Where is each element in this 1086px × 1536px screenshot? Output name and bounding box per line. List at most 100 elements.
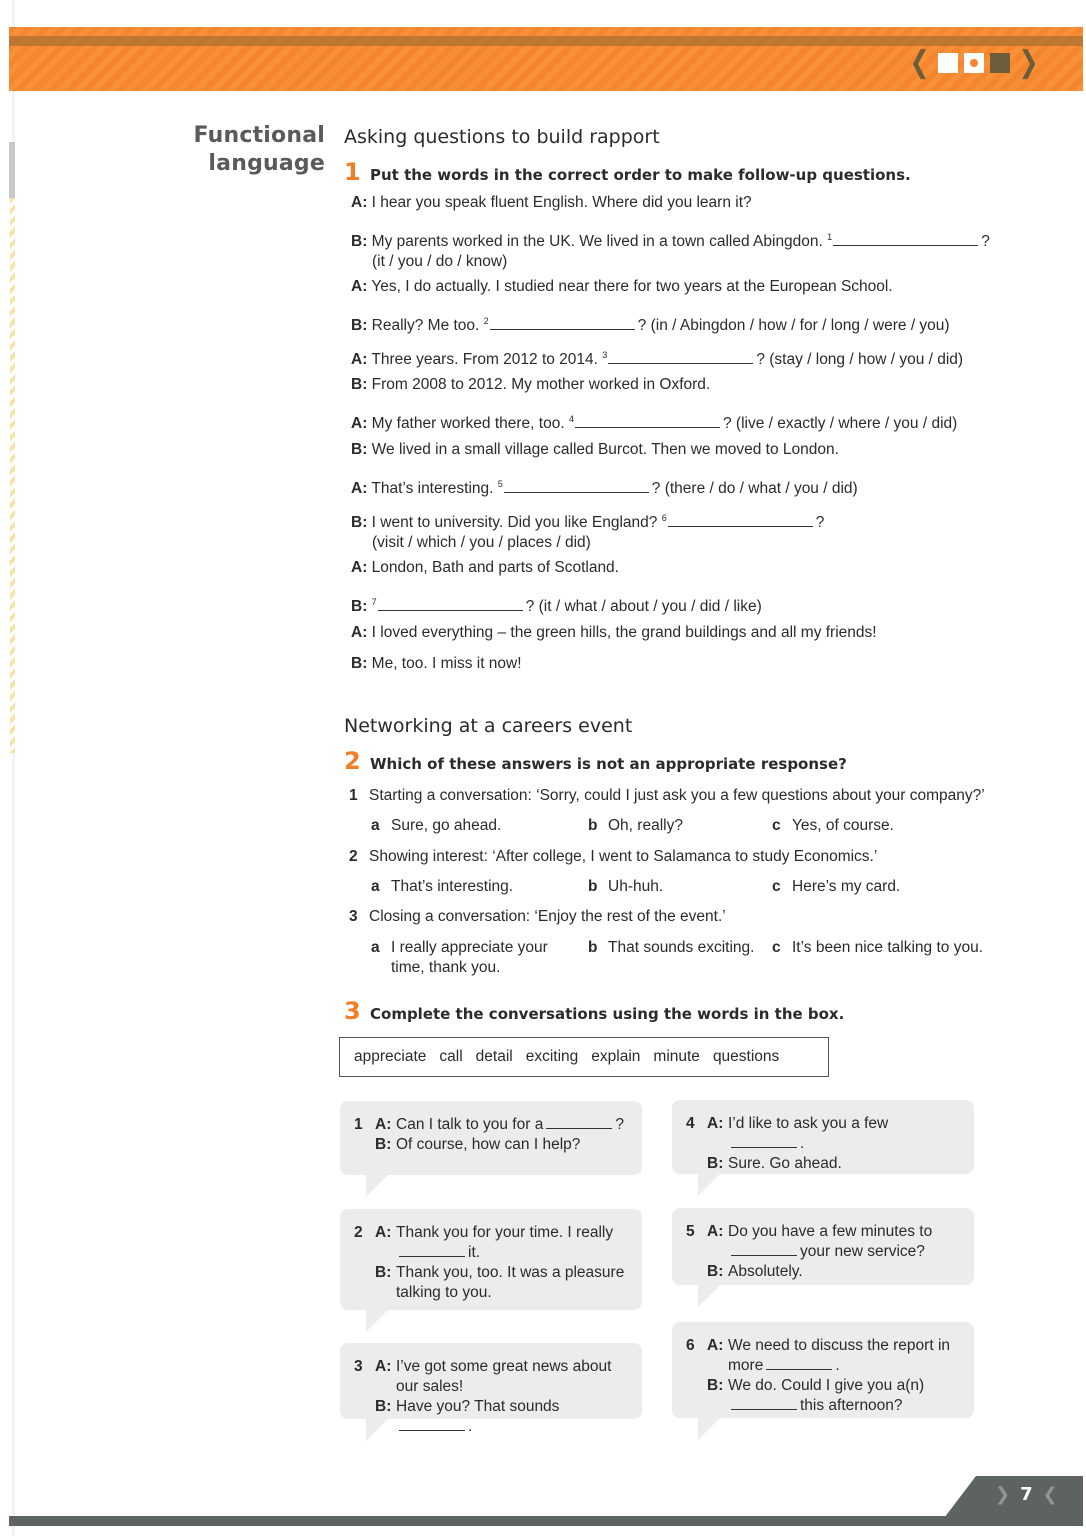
word-box-item: minute — [653, 1048, 700, 1065]
dialogue-line: A: London, Bath and parts of Scotland. — [351, 559, 619, 576]
question-number: 1 — [349, 787, 358, 804]
bubble-line-a: 1 A: Can I talk to you for a? — [354, 1115, 628, 1135]
speaker-label: B: — [351, 441, 368, 458]
bubble-text: Can I talk to you for a? — [396, 1116, 624, 1133]
bubble-line-a: 2 A: Thank you for your time. I reallyit. — [354, 1223, 628, 1263]
answer-blank[interactable] — [546, 1116, 613, 1129]
answer-blank[interactable] — [574, 415, 720, 429]
option-text: Yes, of course. — [792, 817, 894, 834]
speaker-label: B: — [707, 1377, 724, 1394]
conversation-bubble: 5 A: Do you have a few minutes toyour new … — [672, 1208, 974, 1307]
chevron-left-icon[interactable]: ❮ — [909, 48, 929, 78]
option-text: Sure, go ahead. — [391, 817, 502, 834]
exercise-instruction: Put the words in the correct order to ma… — [370, 166, 911, 184]
exercise-header: 2 Which of these answers is not an appro… — [344, 747, 847, 775]
word-hint: (it / you / do / know) — [372, 253, 508, 271]
page-indicator-dot-icon[interactable] — [963, 53, 984, 73]
question-text: Showing interest: ‘After college, I went… — [369, 848, 878, 865]
bubble-text: We need to discuss the report in more. — [728, 1337, 951, 1374]
exercise-number: 1 — [344, 158, 361, 186]
bubble-line-b: B: Thank you, too. It was a pleasure talk… — [354, 1263, 628, 1303]
conversation-bubble: 4 A: I’d like to ask you a few. B: Sure. Go … — [672, 1100, 974, 1196]
answer-option[interactable]: a That’s interesting. — [371, 877, 513, 897]
answer-blank[interactable] — [766, 1357, 833, 1370]
answer-option[interactable]: b Uh-huh. — [588, 877, 663, 897]
answer-blank[interactable] — [503, 480, 649, 494]
answer-blank[interactable] — [377, 598, 523, 612]
exercise-number: 2 — [344, 747, 361, 775]
conversation-number: 5 — [686, 1223, 695, 1240]
answer-option[interactable]: a Sure, go ahead. — [371, 816, 501, 836]
exercise-header: 3 Complete the conversations using the w… — [344, 997, 844, 1025]
bubble-text: Do you have a few minutes toyour new ser… — [728, 1223, 933, 1260]
question-text: Starting a conversation: ‘Sorry, could I… — [369, 787, 985, 804]
option-letter: c — [772, 817, 781, 834]
gap-number: 7 — [371, 597, 377, 607]
option-letter: c — [772, 939, 781, 956]
dialogue-line: B: My parents worked in the UK. We lived… — [351, 232, 990, 271]
footer-bar — [9, 1516, 1083, 1526]
speaker-label: B: — [351, 598, 368, 616]
answer-blank[interactable] — [731, 1397, 797, 1410]
conversation-number: 1 — [354, 1116, 363, 1133]
bubble-line-b: B: Absolutely. — [686, 1262, 960, 1282]
answer-blank[interactable] — [731, 1135, 797, 1148]
conversation-bubble: 3 A: I’ve got some great news about our sa… — [340, 1343, 642, 1441]
answer-option[interactable]: b Oh, really? — [588, 816, 683, 836]
speaker-label: B: — [375, 1398, 392, 1415]
answer-option[interactable]: c It’s been nice talking to you. — [772, 938, 983, 958]
answer-option[interactable]: a I really appreciate your time, thank yo… — [371, 938, 561, 978]
chevron-right-icon[interactable]: ❯ — [1018, 48, 1038, 78]
conversation-bubble: 1 A: Can I talk to you for a? B: Of course, … — [340, 1101, 642, 1197]
bubble-text: I’d like to ask you a few. — [728, 1115, 889, 1152]
question: 1 Starting a conversation: ‘Sorry, could … — [349, 786, 985, 806]
bubble-line-b: B: Sure. Go ahead. — [686, 1154, 960, 1174]
bubble-text: I’ve got some great news about our sales… — [396, 1358, 612, 1395]
chevron-left-icon[interactable]: ❮ — [1043, 1484, 1058, 1505]
answer-blank[interactable] — [833, 233, 979, 247]
chevron-right-icon[interactable]: ❯ — [995, 1484, 1010, 1505]
word-box-item: explain — [591, 1048, 641, 1065]
gap-number: 2 — [483, 316, 489, 326]
answer-option[interactable]: c Yes, of course. — [772, 816, 894, 836]
section-heading: Networking at a careers event — [344, 715, 633, 737]
question-text: Closing a conversation: ‘Enjoy the rest … — [369, 908, 726, 925]
section-label: Functional language — [193, 122, 325, 178]
speaker-label: A: — [351, 278, 368, 295]
section-heading: Asking questions to build rapport — [344, 126, 660, 148]
answer-blank[interactable] — [489, 317, 635, 331]
bubble-line-b: B: We do. Could I give you a(n)this after… — [686, 1376, 960, 1416]
speaker-label: B: — [707, 1155, 724, 1172]
dialogue-line: B: Really? Me too. 2? (in / Abingdon / h… — [351, 316, 950, 335]
bubble-text: Absolutely. — [728, 1263, 803, 1280]
speaker-label: B: — [375, 1264, 392, 1281]
conversation-bubble: 6 A: We need to discuss the report in more… — [672, 1322, 974, 1440]
option-text: That’s interesting. — [391, 878, 514, 895]
answer-blank[interactable] — [399, 1244, 465, 1257]
answer-blank[interactable] — [667, 514, 813, 528]
answer-option[interactable]: b That sounds exciting. — [588, 938, 754, 958]
answer-blank[interactable] — [731, 1243, 797, 1256]
conversation-bubble: 2 A: Thank you for your time. I reallyit. B… — [340, 1209, 642, 1332]
speaker-label: A: — [707, 1223, 724, 1240]
option-text: Uh-huh. — [608, 878, 664, 895]
page-number: 7 — [1020, 1484, 1033, 1505]
dialogue-line: A: That’s interesting. 5? (there / do / … — [351, 479, 858, 498]
page-indicator-square-icon[interactable] — [937, 53, 958, 73]
bubble-text: We do. Could I give you a(n)this afterno… — [728, 1377, 925, 1414]
answer-blank[interactable] — [399, 1418, 465, 1431]
bubble-line-a: 4 A: I’d like to ask you a few. — [686, 1114, 960, 1154]
page-indicator-dark-square-icon[interactable] — [989, 53, 1010, 73]
word-hint: (visit / which / you / places / did) — [372, 534, 591, 552]
bubble-text: Thank you for your time. I reallyit. — [396, 1224, 614, 1261]
option-letter: a — [371, 878, 380, 895]
bubble-line-a: 5 A: Do you have a few minutes toyour new … — [686, 1222, 960, 1262]
answer-option[interactable]: c Here’s my card. — [772, 877, 900, 897]
option-text: It’s been nice talking to you. — [792, 939, 984, 956]
answer-blank[interactable] — [608, 351, 754, 365]
conversation-number: 4 — [686, 1115, 695, 1132]
